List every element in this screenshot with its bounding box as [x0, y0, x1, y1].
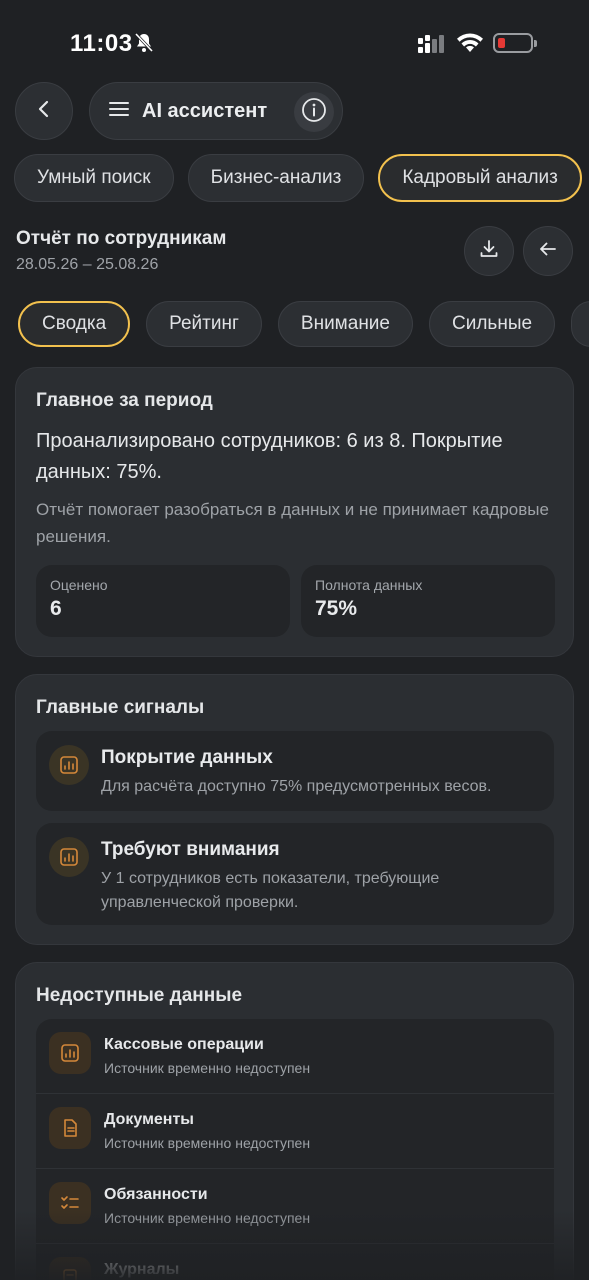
signal-desc: Для расчёта доступно 75% предусмотренных…: [101, 778, 492, 795]
unavailable-data-card: Недоступные данные Кассовые операции Ист…: [15, 962, 574, 1280]
signal-title: Покрытие данных: [101, 747, 273, 768]
stat-value: 6: [50, 597, 62, 620]
document-icon: [49, 1107, 91, 1149]
stat-evaluated: Оценено 6: [36, 565, 290, 637]
list-item-subtitle: Источник временно недоступен: [104, 1135, 311, 1151]
stat-label: Полнота данных: [315, 577, 423, 593]
chart-icon: [49, 745, 89, 785]
back-arrow-button[interactable]: [523, 226, 573, 276]
checklist-icon: [49, 1182, 91, 1224]
chevron-left-icon: [37, 99, 51, 124]
signal-desc: У 1 сотрудников есть показатели, требующ…: [101, 870, 440, 911]
tab-attention[interactable]: Внимание: [277, 301, 413, 347]
tab-business-analysis[interactable]: Бизнес-анализ: [187, 154, 365, 202]
cellular-signal-icon: [418, 34, 448, 59]
journal-icon: [49, 1257, 91, 1280]
list-item-subtitle: Источник временно недоступен: [104, 1210, 311, 1226]
stat-label: Оценено: [50, 577, 108, 593]
status-time: 11:03: [70, 30, 133, 57]
list-item-title: Кассовые операции: [104, 1036, 264, 1053]
report-title: Отчёт по сотрудникам: [16, 228, 227, 249]
list-item[interactable]: Документы Источник временно недоступен: [36, 1094, 554, 1169]
download-icon: [478, 238, 500, 265]
back-button[interactable]: [15, 82, 73, 140]
signal-title: Требуют внимания: [101, 839, 280, 860]
menu-icon[interactable]: [108, 100, 130, 123]
signals-card: Главные сигналы Покрытие данных Для расч…: [15, 674, 574, 945]
wifi-icon: [456, 32, 484, 59]
chart-icon: [49, 1032, 91, 1074]
info-icon: [301, 97, 327, 128]
bell-muted-icon: [134, 32, 154, 59]
list-item[interactable]: Обязанности Источник временно недоступен: [36, 1169, 554, 1244]
tab-more-partial[interactable]: [571, 301, 589, 347]
unavailable-list: Кассовые операции Источник временно недо…: [36, 1019, 554, 1280]
download-button[interactable]: [464, 226, 514, 276]
list-item-title: Обязанности: [104, 1186, 208, 1203]
stat-data-completeness: Полнота данных 75%: [301, 565, 555, 637]
tab-summary[interactable]: Сводка: [18, 301, 131, 347]
mode-tabs: Умный поиск Бизнес-анализ Кадровый анали…: [14, 154, 582, 202]
info-button[interactable]: [294, 92, 334, 132]
assistant-title-pill[interactable]: AI ассистент: [89, 82, 343, 140]
tab-rating[interactable]: Рейтинг: [146, 301, 262, 347]
summary-note: Отчёт помогает разобраться в данных и не…: [36, 500, 549, 546]
list-item-title: Журналы: [104, 1261, 180, 1278]
status-bar: 11:03: [0, 0, 589, 88]
stat-value: 75%: [315, 597, 358, 620]
tab-hr-analysis[interactable]: Кадровый анализ: [378, 154, 582, 202]
assistant-title: AI ассистент: [142, 99, 268, 122]
report-dates: 28.05.26 – 25.08.26: [16, 256, 159, 273]
chart-icon: [49, 837, 89, 877]
summary-card: Главное за период Проанализировано сотру…: [15, 367, 574, 657]
signals-title: Главные сигналы: [36, 697, 205, 718]
list-item-subtitle: Источник временно недоступен: [104, 1060, 311, 1076]
section-tabs: Сводка Рейтинг Внимание Сильные: [18, 301, 589, 347]
unavailable-title: Недоступные данные: [36, 985, 243, 1006]
arrow-left-icon: [537, 238, 559, 265]
summary-main-text: Проанализировано сотрудников: 6 из 8. По…: [36, 430, 503, 483]
battery-icon: [493, 33, 537, 53]
summary-title: Главное за период: [36, 390, 213, 411]
tab-smart-search[interactable]: Умный поиск: [14, 154, 174, 202]
tab-strong[interactable]: Сильные: [429, 301, 556, 347]
list-item[interactable]: Кассовые операции Источник временно недо…: [36, 1019, 554, 1094]
list-item-title: Документы: [104, 1111, 194, 1128]
signal-item[interactable]: Требуют внимания У 1 сотрудников есть по…: [36, 823, 554, 925]
signal-item[interactable]: Покрытие данных Для расчёта доступно 75%…: [36, 731, 554, 811]
list-item[interactable]: Журналы: [36, 1244, 554, 1280]
